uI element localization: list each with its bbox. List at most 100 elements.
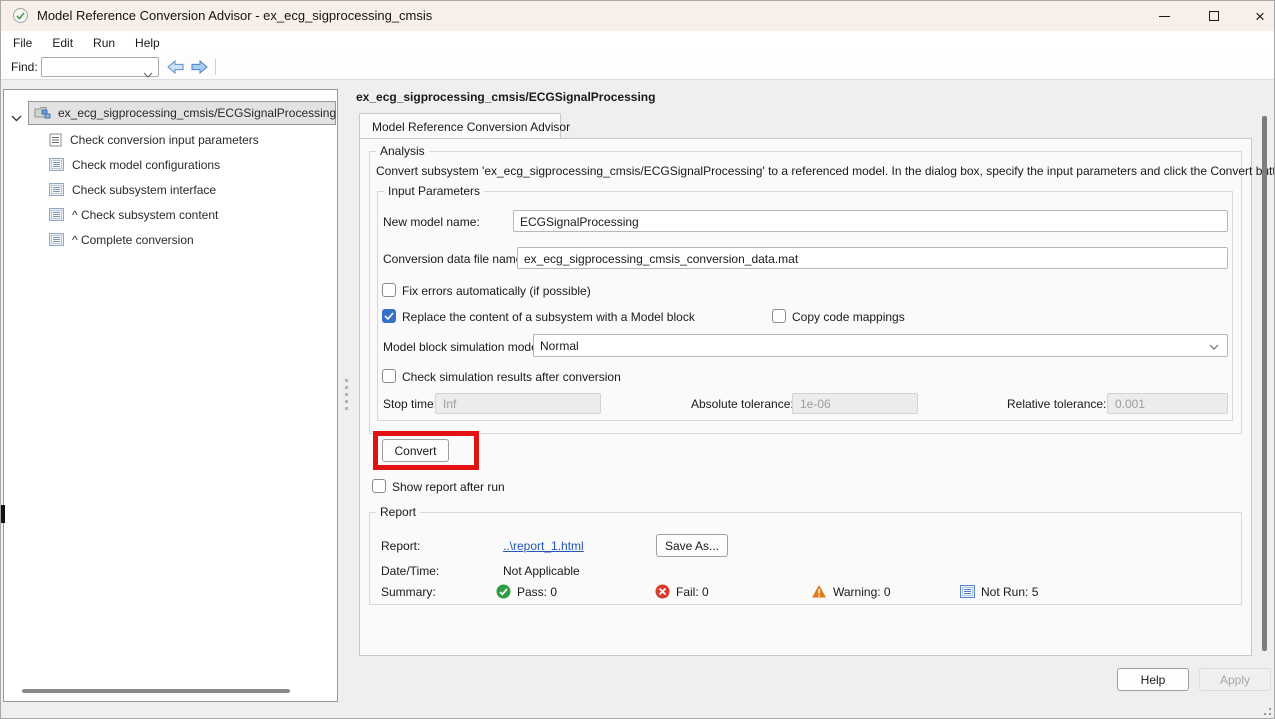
summary-label: Summary:: [381, 585, 436, 599]
window-resize-grip[interactable]: [1259, 703, 1273, 717]
toolbar-separator: [215, 59, 216, 75]
fail-icon: [655, 584, 670, 604]
tree-horizontal-scrollbar[interactable]: [22, 689, 290, 693]
stop-time-field: [435, 393, 601, 414]
find-previous-button[interactable]: [164, 57, 186, 77]
warning-count: Warning: 0: [833, 585, 891, 599]
relative-tolerance-label: Relative tolerance:: [1007, 397, 1106, 411]
relative-tolerance-input: [1113, 395, 1226, 413]
chevron-down-icon[interactable]: [143, 65, 153, 83]
tree-item-label: ^ Check subsystem content: [72, 208, 218, 222]
find-combobox[interactable]: [41, 57, 159, 77]
check-simulation-results-checkbox[interactable]: [382, 369, 396, 383]
analysis-group-label: Analysis: [376, 144, 429, 158]
document-icon: [49, 133, 62, 147]
conversion-data-file-input[interactable]: [522, 249, 1227, 268]
new-model-name-input[interactable]: [518, 212, 1227, 231]
help-button-label: Help: [1141, 673, 1166, 687]
menu-help[interactable]: Help: [125, 33, 170, 53]
panel-splitter-handle[interactable]: [341, 375, 351, 411]
model-reference-conversion-advisor-window: Model Reference Conversion Advisor - ex_…: [0, 0, 1275, 719]
copy-code-mappings-checkbox[interactable]: [772, 309, 786, 323]
simulation-mode-select[interactable]: Normal: [533, 334, 1228, 357]
find-next-button[interactable]: [188, 57, 210, 77]
analysis-description: Convert subsystem 'ex_ecg_sigprocessing_…: [376, 164, 1275, 178]
report-group-label: Report: [376, 505, 420, 519]
show-report-checkbox[interactable]: [372, 479, 386, 493]
check-icon: [384, 312, 394, 320]
simulation-mode-label: Model block simulation mode:: [383, 340, 541, 354]
tree-item-label: Check model configurations: [72, 158, 220, 172]
selected-node-title: ex_ecg_sigprocessing_cmsis/ECGSignalProc…: [356, 90, 655, 104]
fix-errors-checkbox[interactable]: [382, 283, 396, 297]
close-icon: ×: [1255, 8, 1265, 25]
not-run-icon: [960, 585, 975, 603]
pass-count: Pass: 0: [517, 585, 557, 599]
tree-item-complete-conversion[interactable]: ^ Complete conversion: [4, 227, 337, 252]
new-model-name-field[interactable]: [513, 210, 1228, 232]
menu-edit[interactable]: Edit: [42, 33, 83, 53]
model-subsystem-icon: [34, 106, 52, 120]
stop-time-input: [441, 395, 599, 413]
screen-edge-artifact: [1, 505, 5, 523]
report-link[interactable]: ..\report_1.html: [503, 539, 584, 553]
menu-run[interactable]: Run: [83, 33, 125, 53]
close-button[interactable]: ×: [1237, 1, 1275, 31]
save-as-button-label: Save As...: [665, 539, 719, 553]
advisor-check-icon: [13, 8, 28, 23]
relative-tolerance-field: [1107, 393, 1228, 414]
tree-item-check-subsystem-interface[interactable]: Check subsystem interface: [4, 177, 337, 202]
input-parameters-group-label: Input Parameters: [384, 184, 484, 198]
maximize-icon: [1209, 11, 1219, 21]
absolute-tolerance-input: [798, 395, 916, 413]
maximize-button[interactable]: [1191, 1, 1237, 31]
vertical-scrollbar[interactable]: [1262, 116, 1267, 651]
chevron-down-icon: [1209, 337, 1219, 355]
find-input[interactable]: [44, 59, 144, 77]
help-button[interactable]: Help: [1117, 668, 1189, 691]
datetime-label: Date/Time:: [381, 564, 439, 578]
check-simulation-results-label: Check simulation results after conversio…: [402, 370, 621, 384]
tree-root-row[interactable]: ex_ecg_sigprocessing_cmsis/ECGSignalProc…: [4, 101, 337, 125]
copy-code-mappings-label: Copy code mappings: [792, 310, 905, 324]
tree-item-label: ^ Complete conversion: [72, 233, 194, 247]
datetime-value: Not Applicable: [503, 564, 580, 578]
fail-count: Fail: 0: [676, 585, 709, 599]
replace-content-checkbox[interactable]: [382, 309, 396, 323]
menu-bar: File Edit Run Help: [1, 31, 1275, 55]
minimize-icon: [1159, 16, 1170, 17]
tree-item-check-model-configurations[interactable]: Check model configurations: [4, 152, 337, 177]
fix-errors-label: Fix errors automatically (if possible): [402, 284, 591, 298]
tab-model-reference-conversion-advisor[interactable]: Model Reference Conversion Advisor: [359, 113, 561, 139]
save-as-button[interactable]: Save As...: [656, 534, 728, 557]
absolute-tolerance-label: Absolute tolerance:: [691, 397, 794, 411]
new-model-name-label: New model name:: [383, 215, 480, 229]
absolute-tolerance-field: [792, 393, 918, 414]
tree-expander-chevron-down-icon[interactable]: [11, 109, 22, 127]
list-report-icon: [49, 233, 64, 246]
simulation-mode-value: Normal: [540, 339, 579, 353]
tree-item-check-subsystem-content[interactable]: ^ Check subsystem content: [4, 202, 337, 227]
check-tree-panel: ex_ecg_sigprocessing_cmsis/ECGSignalProc…: [3, 89, 338, 702]
tree-item-label: Check conversion input parameters: [70, 133, 259, 147]
warning-icon: [811, 584, 827, 604]
stop-time-label: Stop time:: [383, 397, 437, 411]
tree-root-selection[interactable]: ex_ecg_sigprocessing_cmsis/ECGSignalProc…: [28, 101, 336, 125]
convert-button[interactable]: Convert: [382, 439, 449, 462]
tab-label: Model Reference Conversion Advisor: [372, 120, 570, 134]
conversion-data-file-field[interactable]: [517, 247, 1228, 269]
replace-content-label: Replace the content of a subsystem with …: [402, 310, 695, 324]
arrow-right-icon: [191, 60, 208, 74]
show-report-label: Show report after run: [392, 480, 505, 494]
tree-item-check-conversion-input-parameters[interactable]: Check conversion input parameters: [4, 127, 337, 152]
menu-file[interactable]: File: [3, 33, 42, 53]
apply-button-label: Apply: [1220, 673, 1250, 687]
list-report-icon: [49, 158, 64, 171]
arrow-left-icon: [167, 60, 184, 74]
not-run-count: Not Run: 5: [981, 585, 1038, 599]
minimize-button[interactable]: [1141, 1, 1187, 31]
window-title: Model Reference Conversion Advisor - ex_…: [37, 1, 432, 31]
list-report-icon: [49, 183, 64, 196]
apply-button[interactable]: Apply: [1199, 668, 1271, 691]
title-bar: Model Reference Conversion Advisor - ex_…: [1, 1, 1275, 31]
